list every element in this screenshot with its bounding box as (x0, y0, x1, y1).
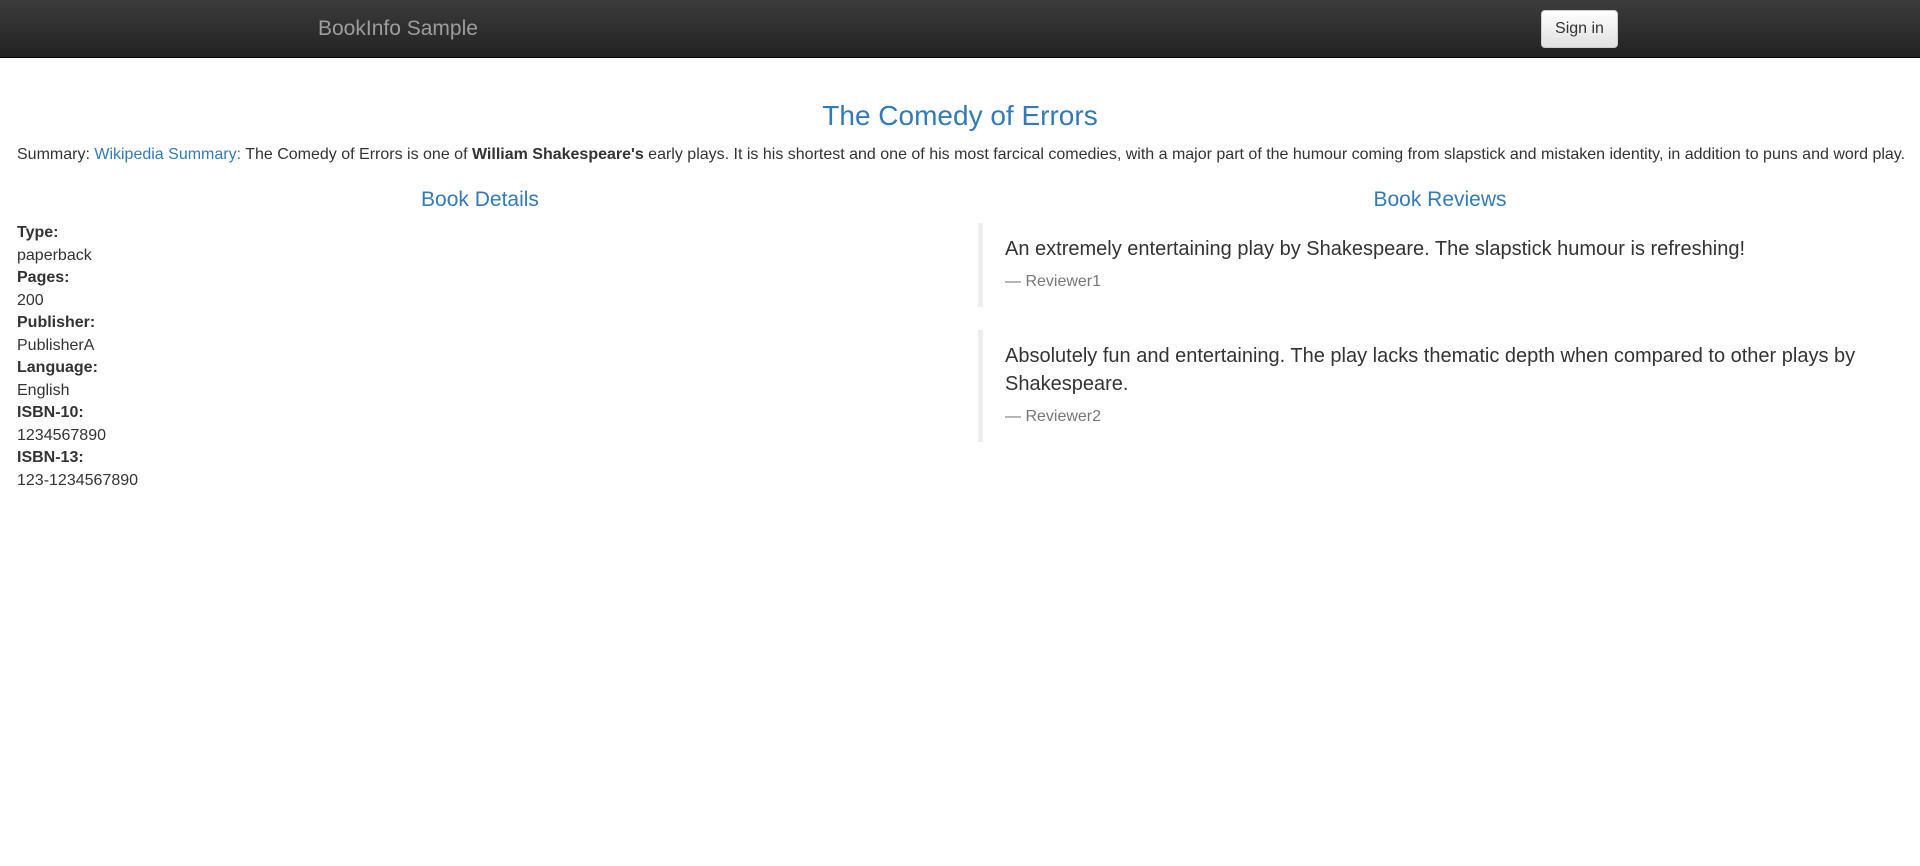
summary-text-end: early plays. It is his shortest and one … (643, 146, 1906, 163)
book-reviews-heading: Book Reviews (1373, 188, 1507, 211)
book-details-heading: Book Details (421, 188, 539, 211)
publisher-label: Publisher: (17, 314, 96, 331)
review-blockquote: An extremely entertaining play by Shakes… (978, 223, 1898, 307)
review-blockquote: Absolutely fun and entertaining. The pla… (978, 330, 1898, 442)
isbn10-label: ISBN-10: (17, 404, 84, 421)
isbn13-label: ISBN-13: (17, 449, 84, 466)
language-value: English (17, 381, 70, 399)
isbn10-value: 1234567890 (17, 426, 106, 444)
type-label: Type: (17, 224, 59, 241)
review-author: — Reviewer1 (1005, 273, 1102, 290)
type-value: paperback (17, 246, 92, 264)
publisher-value: PublisherA (17, 336, 95, 354)
sign-in-button[interactable]: Sign in (1541, 10, 1618, 48)
summary-author-name: William Shakespeare's (471, 146, 644, 163)
isbn13-value: 123-1234567890 (17, 471, 139, 489)
summary-prefix: Summary: (17, 146, 95, 163)
pages-value: 200 (17, 291, 44, 309)
review-text: Absolutely fun and entertaining. The pla… (1005, 345, 1856, 395)
review-text: An extremely entertaining play by Shakes… (1005, 238, 1746, 260)
language-label: Language: (17, 359, 98, 376)
book-details-list: Type: paperback Pages: 200 Publisher: Pu… (17, 222, 417, 492)
pages-label: Pages: (17, 269, 70, 286)
summary-text-start: The Comedy of Errors is one of (241, 146, 472, 163)
summary-paragraph: Summary: Wikipedia Summary: The Comedy o… (17, 144, 1907, 166)
top-navbar: BookInfo Sample Sign in (0, 0, 1920, 58)
page-title: The Comedy of Errors (822, 100, 1098, 131)
wikipedia-summary-link[interactable]: Wikipedia Summary: (94, 146, 241, 163)
brand-link[interactable]: BookInfo Sample (318, 17, 478, 41)
review-author: — Reviewer2 (1005, 408, 1102, 425)
